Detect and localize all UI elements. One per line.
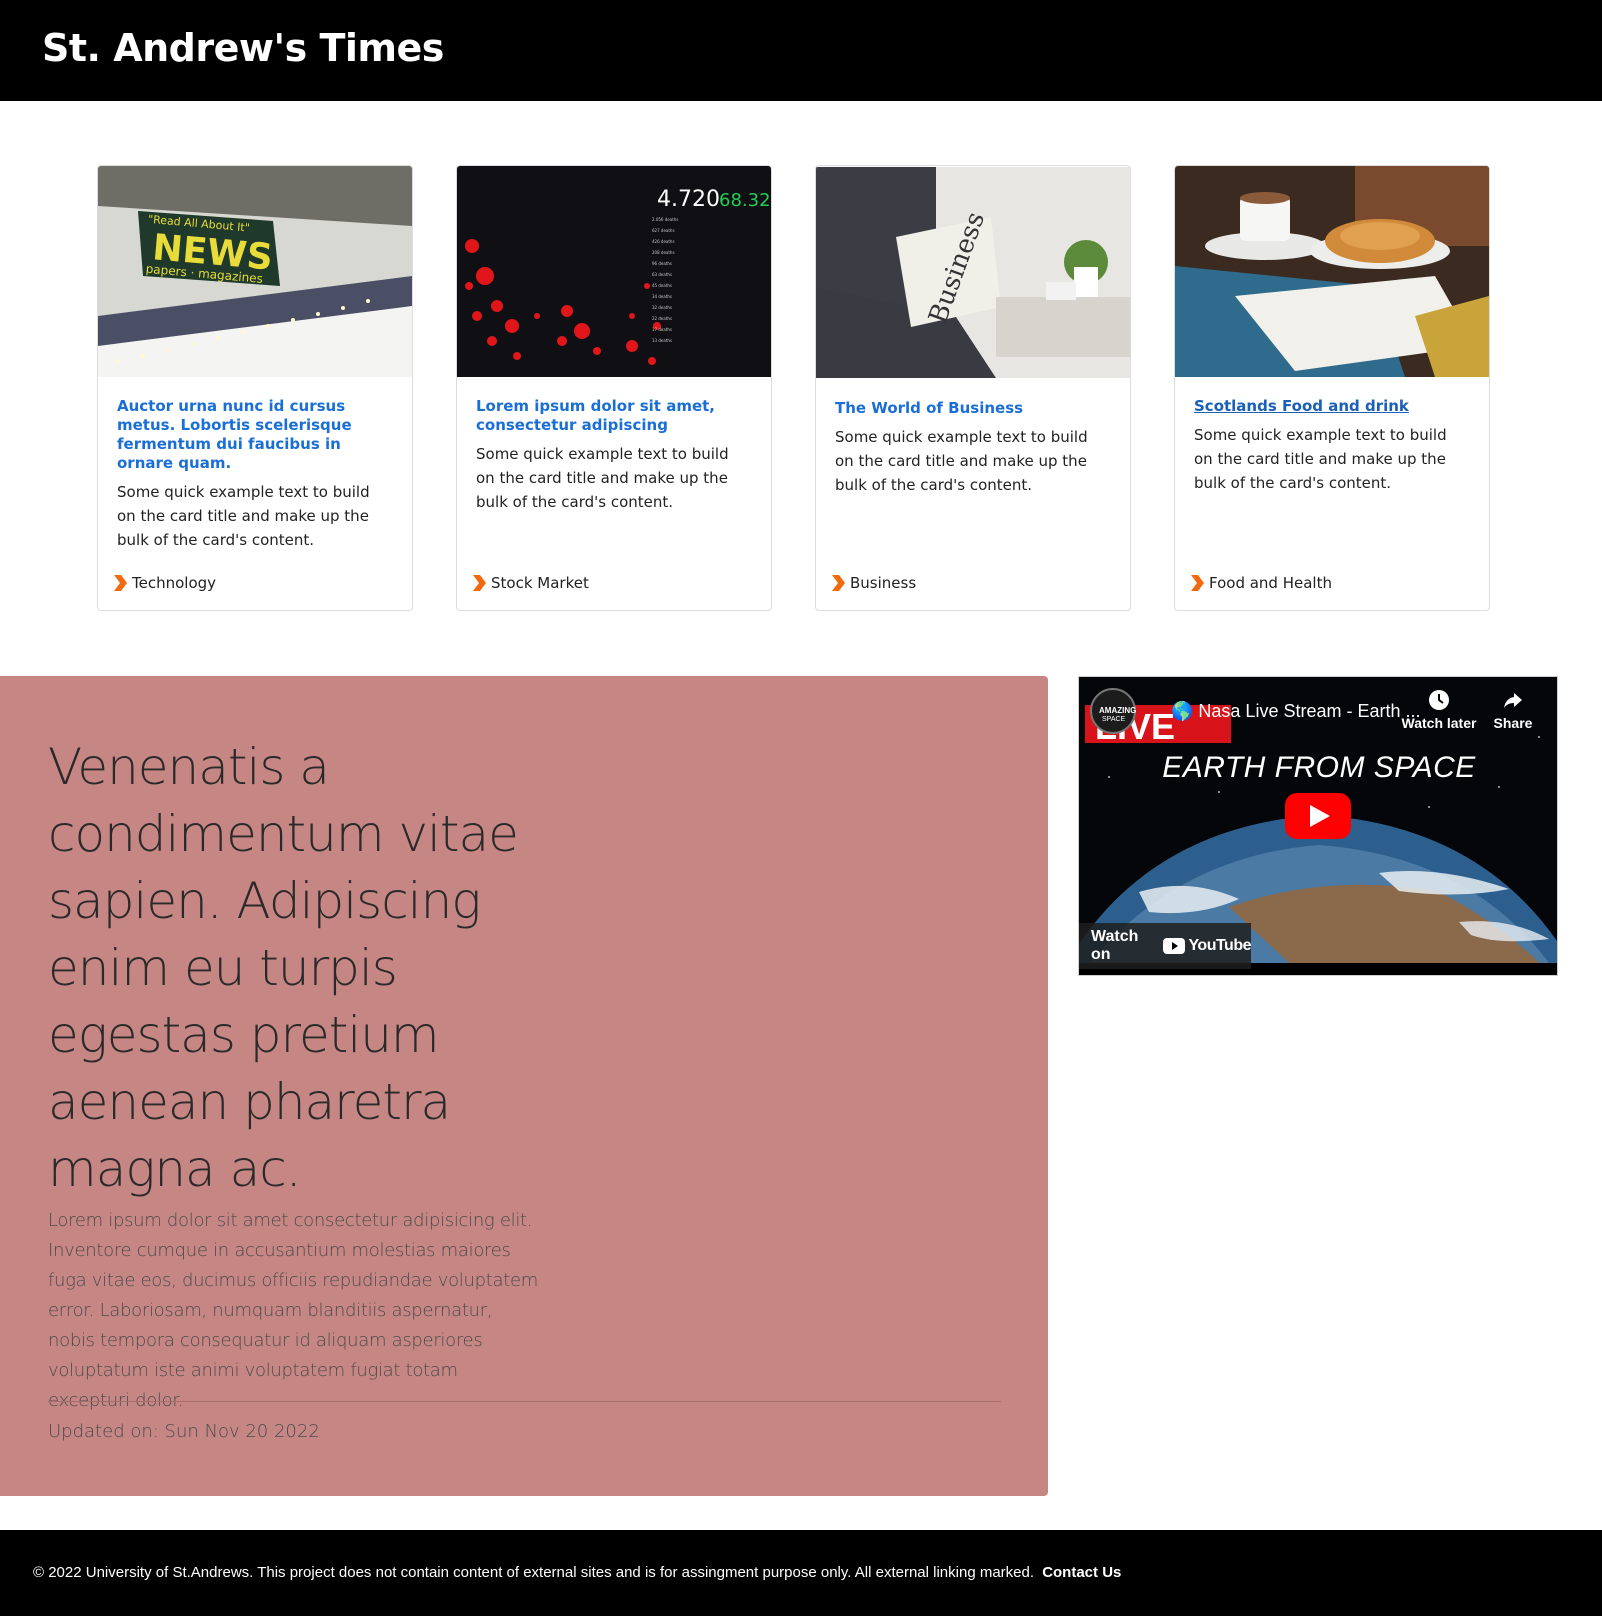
feature-headline: Venenatis a condimentum vitae sapien. Ad… <box>48 738 519 1198</box>
share-label: Share <box>1493 715 1533 731</box>
watch-later-label: Watch later <box>1401 715 1477 731</box>
chevron-right-icon <box>473 575 486 591</box>
card-category-label: Food and Health <box>1209 574 1332 592</box>
youtube-wordmark: YouTube <box>1188 937 1251 954</box>
video-overlay-caption: EARTH FROM SPACE <box>1162 751 1476 784</box>
news-card: 4.720 68.324 2.056 deaths 627 deaths 426 … <box>456 165 772 611</box>
footer-copyright: © 2022 University of St.Andrews. This pr… <box>33 1564 1035 1581</box>
svg-text:45 deaths: 45 deaths <box>652 283 672 288</box>
svg-text:426 deaths: 426 deaths <box>652 239 675 244</box>
svg-text:68.324: 68.324 <box>719 190 771 211</box>
contact-us-link[interactable]: Contact Us <box>1042 1564 1121 1581</box>
card-category-label: Technology <box>132 574 217 592</box>
coffee-croissant-photo <box>1175 166 1489 377</box>
video-title[interactable]: 🌎 Nasa Live Stream - Earth ... <box>1171 701 1421 722</box>
svg-text:2.056 deaths: 2.056 deaths <box>652 217 678 222</box>
card-category[interactable]: Technology <box>112 572 216 594</box>
svg-text:4.720: 4.720 <box>657 187 720 212</box>
feature-paragraph: Lorem ipsum dolor sit amet consectetur a… <box>48 1210 538 1411</box>
youtube-play-icon <box>1163 938 1186 954</box>
card-category[interactable]: Stock Market <box>471 572 589 594</box>
news-card: NEWS "Read All About It" papers · magazi… <box>97 165 413 611</box>
chevron-right-icon <box>114 575 127 591</box>
card-title-link[interactable]: Auctor urna nunc id cursus metus. Lobort… <box>117 397 393 473</box>
svg-text:SPACE: SPACE <box>1102 716 1126 723</box>
share-button[interactable]: Share <box>1483 689 1543 731</box>
card-title-link[interactable]: Scotlands Food and drink <box>1194 397 1470 416</box>
divider <box>48 1401 1001 1402</box>
svg-text:17 deaths: 17 deaths <box>652 327 672 332</box>
watch-on-label: Watch on <box>1091 928 1139 963</box>
share-icon <box>1504 693 1522 708</box>
news-card: Business The World of Business Some quic… <box>815 165 1131 611</box>
svg-text:AMAZING: AMAZING <box>1099 706 1136 715</box>
svg-text:627 deaths: 627 deaths <box>652 228 675 233</box>
watch-later-button[interactable]: Watch later <box>1399 689 1479 731</box>
card-category[interactable]: Business <box>830 572 916 594</box>
news-card: Scotlands Food and drink Some quick exam… <box>1174 165 1490 611</box>
chevron-right-icon <box>1191 575 1204 591</box>
svg-text:34 deaths: 34 deaths <box>652 294 672 299</box>
footer-notice: © 2022 University of St.Andrews. This pr… <box>33 1564 1121 1581</box>
clock-icon <box>1429 690 1449 710</box>
video-embed[interactable]: LIVE AMAZING SPACE 🌎 Nasa Live Stream - … <box>1078 676 1558 976</box>
site-header: St. Andrew's Times <box>0 0 1602 101</box>
card-text: Some quick example text to build on the … <box>835 428 1088 494</box>
svg-text:208 deaths: 208 deaths <box>652 250 675 255</box>
card-title-link[interactable]: The World of Business <box>835 399 1111 418</box>
chevron-right-icon <box>832 575 845 591</box>
site-footer: © 2022 University of St.Andrews. This pr… <box>0 1530 1602 1616</box>
youtube-logo: YouTube <box>1163 937 1251 955</box>
site-title[interactable]: St. Andrew's Times <box>42 26 444 70</box>
covid-dashboard-photo: 4.720 68.324 2.056 deaths 627 deaths 426 … <box>457 166 771 377</box>
card-text: Some quick example text to build on the … <box>476 445 729 511</box>
card-category[interactable]: Food and Health <box>1189 572 1332 594</box>
card-title-link[interactable]: Lorem ipsum dolor sit amet, consectetur … <box>476 397 752 435</box>
svg-text:22 deaths: 22 deaths <box>652 316 672 321</box>
feature-jumbotron: Venenatis a condimentum vitae sapien. Ad… <box>0 676 1048 1496</box>
business-newspaper-photo: Business <box>816 167 1130 378</box>
watch-on-youtube-button[interactable]: Watch on YouTube <box>1079 923 1251 969</box>
svg-text:32 deaths: 32 deaths <box>652 305 672 310</box>
card-category-label: Business <box>850 574 917 592</box>
svg-text:96 deaths: 96 deaths <box>652 261 672 266</box>
card-text: Some quick example text to build on the … <box>117 483 370 549</box>
svg-text:13 deaths: 13 deaths <box>652 338 672 343</box>
news-sign-photo: NEWS "Read All About It" papers · magazi… <box>98 166 412 377</box>
svg-text:63 deaths: 63 deaths <box>652 272 672 277</box>
card-text: Some quick example text to build on the … <box>1194 426 1447 492</box>
card-category-label: Stock Market <box>491 574 589 592</box>
updated-timestamp: Updated on: Sun Nov 20 2022 <box>48 1421 320 1442</box>
